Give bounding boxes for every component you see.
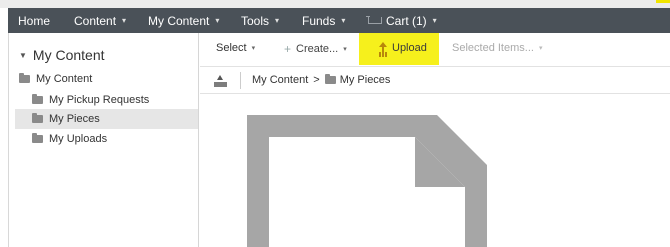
plus-icon: + xyxy=(284,42,292,56)
folder-icon xyxy=(32,113,43,123)
nav-content-label: Content xyxy=(74,13,117,28)
tree-item-my-uploads[interactable]: My Uploads xyxy=(32,129,107,149)
tree-item-label: My Pickup Requests xyxy=(49,94,150,106)
create-label: Create... xyxy=(296,43,339,55)
select-dropdown[interactable]: Select ▾ xyxy=(216,42,255,54)
nav-cart-label: Cart (1) xyxy=(386,13,427,28)
chevron-down-icon: ▾ xyxy=(275,16,280,25)
content-area xyxy=(200,95,670,247)
folder-icon xyxy=(32,133,43,143)
sidebar-title-label: My Content xyxy=(32,47,105,63)
up-base-shape xyxy=(214,82,227,87)
sidebar: ▼ My Content My Content My Pickup Reques… xyxy=(9,33,199,247)
folder-icon xyxy=(324,74,336,84)
up-level-icon[interactable] xyxy=(214,75,228,87)
breadcrumb-separator: > xyxy=(313,74,320,86)
chevron-down-icon: ▾ xyxy=(343,46,347,53)
breadcrumb-root[interactable]: My Content xyxy=(252,74,308,86)
nav-content-menu[interactable]: Content ▾ xyxy=(74,8,126,33)
chevron-down-icon: ▾ xyxy=(251,45,256,52)
nav-tools-label: Tools xyxy=(241,13,270,28)
nav-funds-menu[interactable]: Funds ▾ xyxy=(302,8,345,33)
chevron-down-icon: ▾ xyxy=(538,45,543,52)
nav-home-label: Home xyxy=(18,13,51,28)
nav-cart-menu[interactable]: Cart (1) ▾ xyxy=(366,8,437,33)
nav-my-content-label: My Content xyxy=(148,13,210,28)
chevron-down-icon: ▾ xyxy=(432,16,437,25)
select-label: Select xyxy=(216,42,247,54)
selected-items-dropdown[interactable]: Selected Items... ▾ xyxy=(452,42,542,54)
cart-icon xyxy=(366,15,382,26)
breadcrumb-current: My Pieces xyxy=(339,74,391,86)
chevron-down-icon: ▾ xyxy=(122,16,127,25)
create-dropdown[interactable]: + Create... ▾ xyxy=(284,42,347,56)
nav-tools-menu[interactable]: Tools ▾ xyxy=(241,8,279,33)
chevron-down-icon: ▾ xyxy=(341,16,346,25)
tree-item-my-pieces[interactable]: My Pieces xyxy=(15,109,198,129)
nav-my-content-menu[interactable]: My Content ▾ xyxy=(148,8,219,33)
breadcrumb-bar: My Content > My Pieces xyxy=(200,66,670,94)
document-placeholder-icon[interactable] xyxy=(247,115,487,247)
breadcrumb: My Content > My Pieces xyxy=(252,74,390,86)
top-navigation-bar: Home Content ▾ My Content ▾ Tools ▾ Fund… xyxy=(8,8,670,33)
upload-label: Upload xyxy=(392,42,427,54)
edge-highlight xyxy=(656,0,670,3)
chevron-down-icon: ▾ xyxy=(215,16,220,25)
top-strip xyxy=(0,0,670,8)
upload-icon xyxy=(378,42,388,54)
nav-funds-label: Funds xyxy=(302,13,336,28)
folder-icon xyxy=(32,94,43,104)
sidebar-title[interactable]: ▼ My Content xyxy=(19,47,105,63)
tree-item-label: My Content xyxy=(36,73,93,85)
upload-button[interactable]: Upload xyxy=(378,42,427,54)
tree-item-my-pickup-requests[interactable]: My Pickup Requests xyxy=(32,90,149,110)
divider xyxy=(240,72,241,89)
tree-item-label: My Uploads xyxy=(49,133,108,145)
nav-home[interactable]: Home xyxy=(18,8,50,33)
tree-item-my-content[interactable]: My Content xyxy=(19,69,92,89)
folder-icon xyxy=(19,73,30,83)
tree-item-label: My Pieces xyxy=(49,113,100,125)
toolbar: Select ▾ + Create... ▾ Upload Selected I… xyxy=(200,33,670,66)
collapse-triangle-icon[interactable]: ▼ xyxy=(19,51,27,60)
up-arrow-shape xyxy=(217,75,223,80)
selected-items-label: Selected Items... xyxy=(452,42,534,54)
